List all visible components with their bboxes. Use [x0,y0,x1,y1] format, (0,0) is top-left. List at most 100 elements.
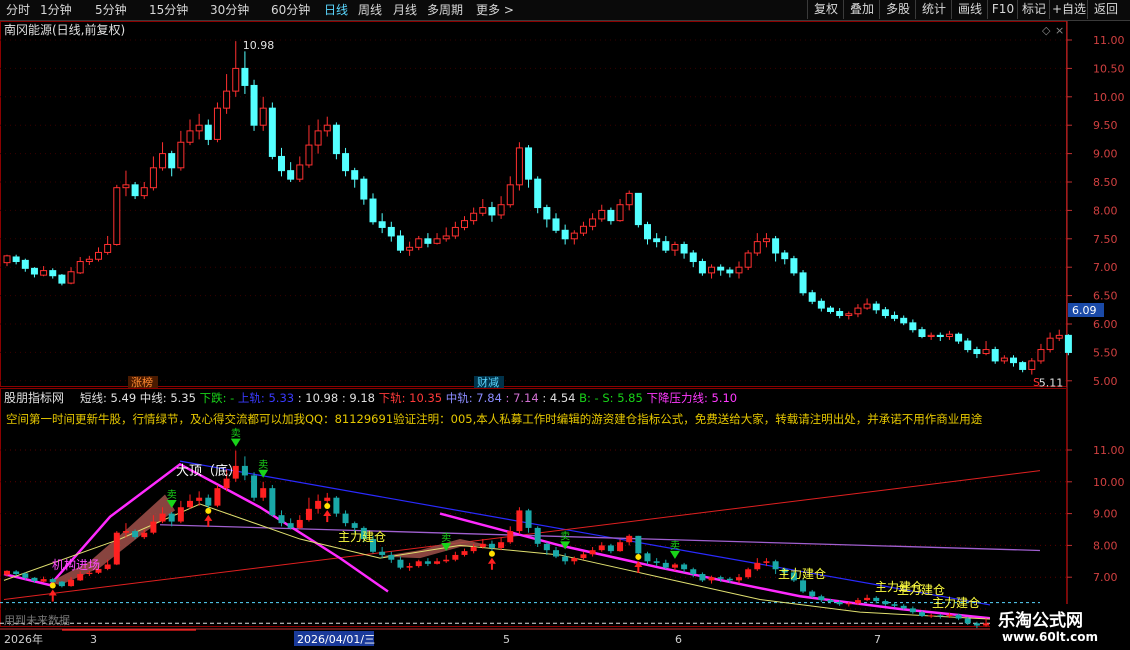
restore-rights-button[interactable]: 复权 [807,0,844,19]
candle-body [543,207,551,220]
candle-body [369,198,377,223]
candle-body [30,267,38,275]
event-tag-zhangbang[interactable]: 涨榜 [131,375,153,389]
ind-candle-body [525,510,532,528]
ind-candle-body [333,497,340,514]
ind-candle-body [937,615,944,617]
candle-body [762,238,770,243]
candle-body [3,255,11,264]
candle-body [21,259,29,269]
ind-candle-body [342,513,349,524]
candle-body [378,221,386,228]
ind-candle-body [928,615,935,617]
price-tick-label: 8.00 [1093,539,1118,552]
period-15min[interactable]: 15分钟 [149,1,188,19]
cursor-date: 2026/04/01/三 [297,633,375,646]
ind-candle-body [58,581,65,587]
ind-candle-body [251,475,258,498]
f10-button[interactable]: F10 [987,0,1018,19]
statistics-button[interactable]: 统计 [915,0,952,19]
buy-arrow-stem [637,566,640,573]
candle-body [131,184,139,197]
ind-candle-body [800,580,807,592]
ind-candle-body [40,579,47,582]
ind-candle-body [717,577,724,579]
ind-candle-body [580,554,587,559]
ind-candle-body [873,597,880,602]
diamond-icon[interactable]: ◇ [1042,24,1051,37]
ind-candle-body [736,577,742,581]
mark-button[interactable]: 标记 [1017,0,1050,19]
candle-body [323,124,331,132]
ind-candle-body [854,600,861,604]
candle-body [213,107,221,140]
ind-candle-body [424,561,431,564]
legend-item: 中轨: 7.84 [442,391,502,405]
ind-candle-body [241,465,248,476]
period-monthly[interactable]: 月线 [393,1,417,19]
candle-body [689,252,697,263]
candle-body [287,170,295,180]
period-weekly[interactable]: 周线 [358,1,382,19]
ind-candle-body [745,569,752,578]
legend-item: 下轨: 10.35 [375,391,442,405]
period-daily[interactable]: 日线 [324,1,348,19]
candle-body [40,270,48,276]
period-5min[interactable]: 5分钟 [95,1,127,19]
ind-candle-body [205,497,212,506]
candle-body [653,238,661,243]
legend-item: : 9.18 [338,391,375,405]
period-fenshi[interactable]: 分时 [6,1,30,19]
candle-body [396,235,404,251]
candle-body [442,235,450,240]
event-tag-caijian[interactable]: 财减 [477,375,499,389]
candle-body [1010,357,1017,364]
period-1min[interactable]: 1分钟 [40,1,72,19]
kline-chart[interactable]: 11.00 10.50 10.00 9.50 9.00 8.50 8.00 7.50 7.00 6… [0,21,1130,650]
buy-arrow-icon [323,510,332,517]
candle-body [808,292,816,302]
watermark: 乐淘公式网 www.60lt.com [990,604,1130,650]
indicator-legend: 股朋指标网 短线: 5.49 中线: 5.35 下跌: - 上轨: 5.33 :… [4,390,737,405]
multi-stock-button[interactable]: 多股 [879,0,916,19]
ind-candle-body [49,579,56,582]
sell-signal-label: 卖 [258,459,268,471]
ind-candle-body [196,497,203,501]
candle-body [12,256,20,263]
candle-body [579,225,587,234]
ind-candle-body [278,515,285,524]
ind-candle-body [562,556,569,562]
candle-body [616,204,624,222]
back-button[interactable]: 返回 [1087,0,1124,19]
candle-body [607,209,615,222]
candle-body [488,207,496,216]
ind-candle-body [882,601,889,605]
candle-body [598,209,606,220]
candle-body [342,153,350,172]
candle-body [1055,334,1063,339]
candle-body [854,307,862,315]
legend-item: 上轨: 5.33 [234,391,294,405]
close-icon[interactable]: × [1055,24,1064,37]
candle-body [122,184,130,189]
period-30min[interactable]: 30分钟 [210,1,249,19]
indicator-name[interactable]: 股朋指标网 [4,390,64,405]
ind-candle-body [671,564,678,568]
candle-body [671,243,679,251]
month-tick-5: 5 [503,633,510,646]
ind-candle-body [13,571,20,575]
draw-line-button[interactable]: 画线 [951,0,988,19]
overlay-button[interactable]: 叠加 [843,0,880,19]
period-multi[interactable]: 多周期 [427,1,463,19]
ind-candle-body [150,521,157,533]
legend-item: S: 5.85 [599,391,643,405]
candle-body [698,261,706,274]
period-60min[interactable]: 60分钟 [271,1,310,19]
candle-body [113,187,121,245]
ind-candle-body [379,551,386,555]
sell-signal-label: 卖 [670,540,680,552]
candle-body [424,238,432,244]
period-more[interactable]: 更多 > [476,1,514,19]
add-watchlist-button[interactable]: +自选 [1049,0,1088,19]
main-panel-frame [0,21,1067,387]
